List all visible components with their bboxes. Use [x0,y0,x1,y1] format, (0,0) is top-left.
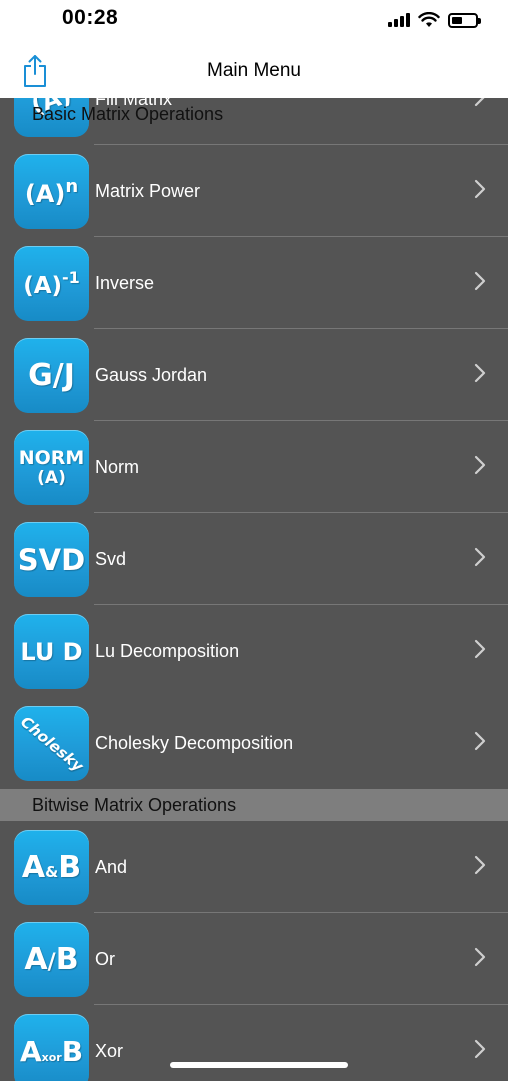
chevron-right-icon [474,947,486,967]
list-item-lu-decomposition[interactable]: LU D Lu Decomposition [0,605,508,697]
gauss-jordan-icon: G/J [14,338,89,413]
xor-icon: AxorB [14,1014,89,1081]
list-item-label: Norm [95,457,139,477]
page-title: Main Menu [207,60,301,81]
chevron-right-icon [474,363,486,383]
menu-list[interactable]: (A) Fill Matrix (A)n Matrix Power (A)-1 … [0,98,508,1081]
list-item-fill-matrix[interactable]: (A) Fill Matrix [0,98,508,145]
and-icon: A&B [14,830,89,905]
list-item-norm[interactable]: NORM (A) Norm [0,421,508,513]
chevron-right-icon [474,98,485,107]
chevron-right-icon [474,1039,486,1059]
signal-icon [388,13,410,27]
list-item-and[interactable]: A&B And [0,821,508,913]
section-header-label: Bitwise Matrix Operations [32,795,237,815]
chevron-right-icon [474,547,486,567]
section-header-bitwise: Bitwise Matrix Operations [0,789,508,821]
chevron-right-icon [474,855,486,875]
status-bar: 00:28 [0,0,508,44]
home-indicator[interactable] [170,1062,348,1068]
list-item-label: Or [95,949,115,969]
list-item-label: Xor [95,1041,124,1061]
matrix-power-icon: (A)n [14,154,89,229]
or-icon: A/B [14,922,89,997]
inverse-icon: (A)-1 [14,246,89,321]
list-item-cholesky-decomposition[interactable]: Cholesky Cholesky Decomposition [0,697,508,789]
chevron-right-icon [474,455,486,475]
list-item-svd[interactable]: SVD Svd [0,513,508,605]
list-item-xor[interactable]: AxorB Xor [0,1005,508,1081]
list-item-label: Gauss Jordan [95,365,208,385]
navigation-bar: Main Menu [0,44,508,98]
chevron-right-icon [474,639,486,659]
list-item-label: Fill Matrix [95,98,172,109]
chevron-right-icon [474,271,486,291]
chevron-right-icon [474,731,486,751]
list-item-label: Svd [95,549,127,569]
list-item-label: Lu Decomposition [95,641,240,661]
list-scroll-content: (A) Fill Matrix (A)n Matrix Power (A)-1 … [0,98,508,1081]
list-item-label: Cholesky Decomposition [95,733,294,753]
svd-icon: SVD [14,522,89,597]
list-item-label: And [95,857,128,877]
list-item-inverse[interactable]: (A)-1 Inverse [0,237,508,329]
chevron-right-icon [474,179,486,199]
status-icons [388,10,481,30]
list-item-or[interactable]: A/B Or [0,913,508,1005]
norm-icon: NORM (A) [14,430,89,505]
list-item-gauss-jordan[interactable]: G/J Gauss Jordan [0,329,508,421]
list-item-label: Inverse [95,273,155,293]
list-item-label: Matrix Power [95,181,201,201]
battery-icon [448,12,481,28]
wifi-icon [418,12,440,27]
list-item-matrix-power[interactable]: (A)n Matrix Power [0,145,508,237]
status-time: 00:28 [62,6,119,29]
lu-decomposition-icon: LU D [14,614,89,689]
fill-matrix-icon: (A) [14,98,89,137]
cholesky-icon: Cholesky [14,706,89,781]
